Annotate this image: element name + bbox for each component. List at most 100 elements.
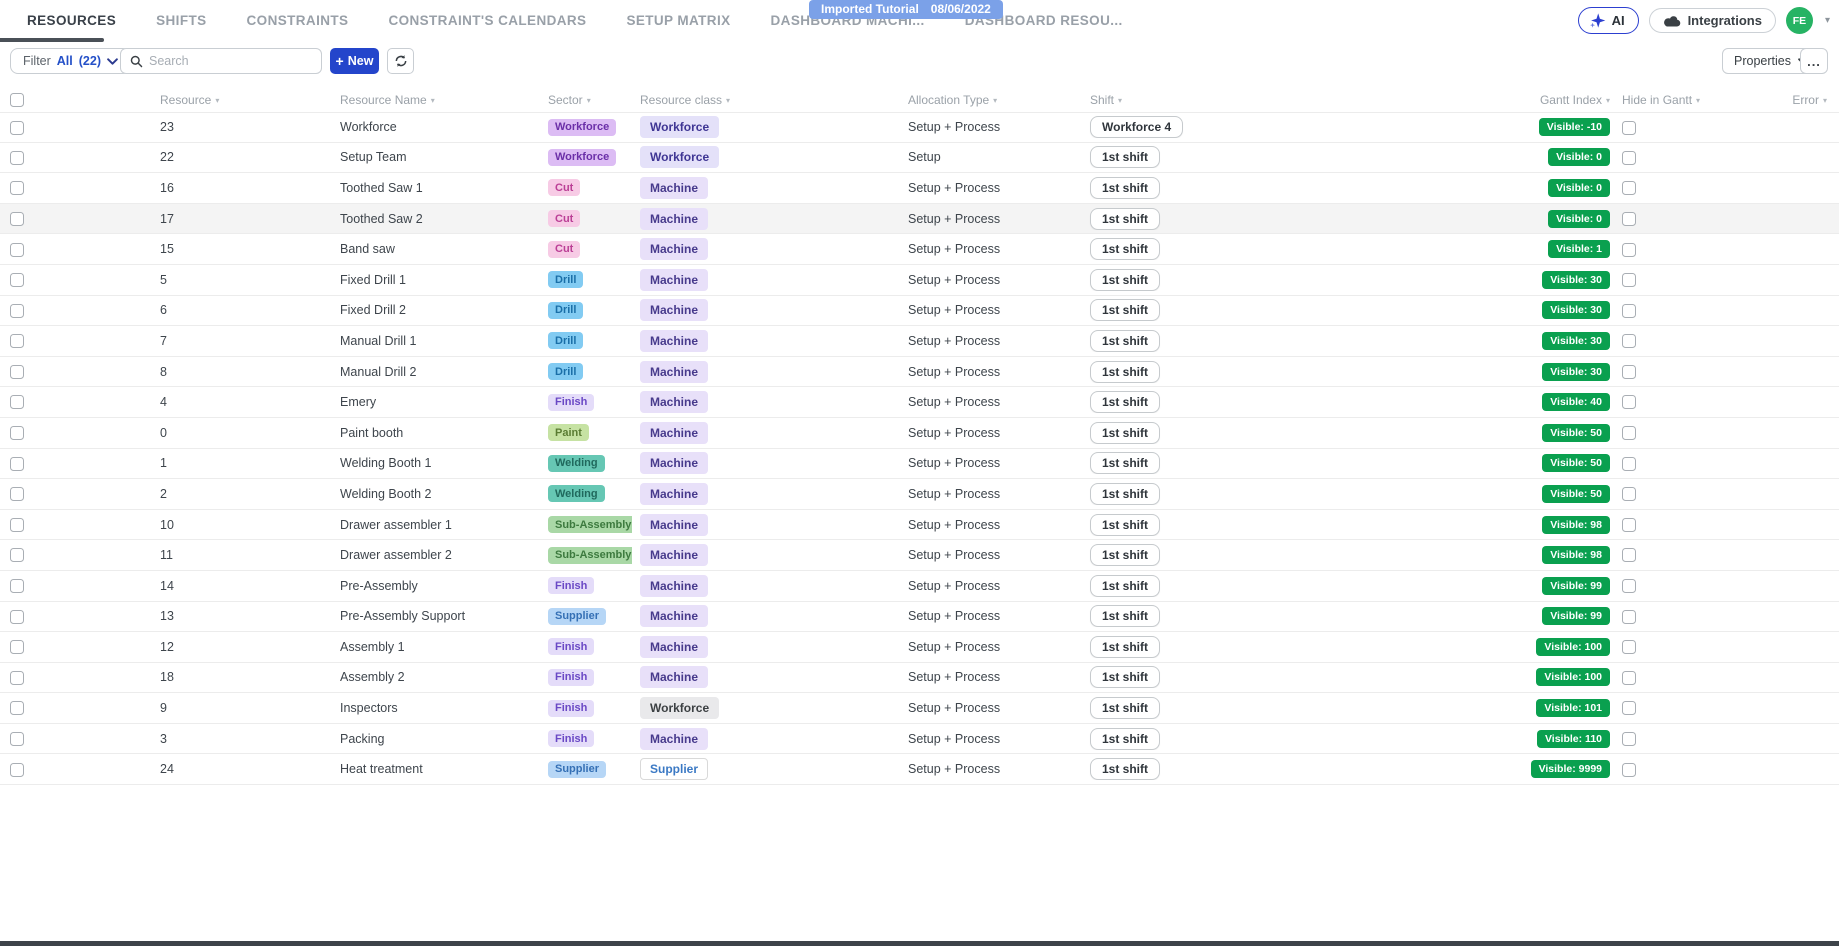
table-row[interactable]: 10Drawer assembler 1Sub-AssemblyMachineS… bbox=[0, 510, 1839, 541]
hide-in-gantt-checkbox[interactable] bbox=[1622, 457, 1636, 471]
shift-button[interactable]: 1st shift bbox=[1090, 269, 1160, 291]
hide-in-gantt-checkbox[interactable] bbox=[1622, 610, 1636, 624]
shift-button[interactable]: 1st shift bbox=[1090, 330, 1160, 352]
hide-in-gantt-checkbox[interactable] bbox=[1622, 212, 1636, 226]
hide-in-gantt-checkbox[interactable] bbox=[1622, 395, 1636, 409]
ai-button[interactable]: AI bbox=[1578, 7, 1639, 34]
hide-in-gantt-checkbox[interactable] bbox=[1622, 518, 1636, 532]
column-header-allocation-type[interactable]: Allocation Type▾ bbox=[900, 93, 1082, 107]
shift-button[interactable]: 1st shift bbox=[1090, 575, 1160, 597]
table-row[interactable]: 1Welding Booth 1WeldingMachineSetup + Pr… bbox=[0, 449, 1839, 480]
table-row[interactable]: 8Manual Drill 2DrillMachineSetup + Proce… bbox=[0, 357, 1839, 388]
select-all-checkbox[interactable] bbox=[10, 93, 24, 107]
hide-in-gantt-checkbox[interactable] bbox=[1622, 579, 1636, 593]
hide-in-gantt-checkbox[interactable] bbox=[1622, 121, 1636, 135]
table-row[interactable]: 6Fixed Drill 2DrillMachineSetup + Proces… bbox=[0, 296, 1839, 327]
row-checkbox[interactable] bbox=[10, 763, 24, 777]
row-checkbox[interactable] bbox=[10, 579, 24, 593]
row-checkbox[interactable] bbox=[10, 548, 24, 562]
tab-setup-matrix[interactable]: SETUP MATRIX bbox=[626, 13, 730, 28]
row-checkbox[interactable] bbox=[10, 671, 24, 685]
shift-button[interactable]: 1st shift bbox=[1090, 208, 1160, 230]
shift-button[interactable]: 1st shift bbox=[1090, 514, 1160, 536]
column-header-sector[interactable]: Sector▾ bbox=[540, 93, 632, 107]
table-row[interactable]: 11Drawer assembler 2Sub-AssemblyMachineS… bbox=[0, 540, 1839, 571]
avatar[interactable]: FE bbox=[1786, 7, 1813, 34]
shift-button[interactable]: 1st shift bbox=[1090, 728, 1160, 750]
table-row[interactable]: 3PackingFinishMachineSetup + Process1st … bbox=[0, 724, 1839, 755]
hide-in-gantt-checkbox[interactable] bbox=[1622, 763, 1636, 777]
filter-dropdown[interactable]: Filter All (22) bbox=[10, 48, 131, 74]
row-checkbox[interactable] bbox=[10, 334, 24, 348]
shift-button[interactable]: 1st shift bbox=[1090, 483, 1160, 505]
shift-button[interactable]: 1st shift bbox=[1090, 636, 1160, 658]
shift-button[interactable]: 1st shift bbox=[1090, 177, 1160, 199]
search-input[interactable] bbox=[149, 54, 312, 68]
shift-button[interactable]: 1st shift bbox=[1090, 697, 1160, 719]
hide-in-gantt-checkbox[interactable] bbox=[1622, 243, 1636, 257]
row-checkbox[interactable] bbox=[10, 610, 24, 624]
tab-shifts[interactable]: SHIFTS bbox=[156, 13, 206, 28]
table-row[interactable]: 12Assembly 1FinishMachineSetup + Process… bbox=[0, 632, 1839, 663]
shift-button[interactable]: 1st shift bbox=[1090, 666, 1160, 688]
column-header-gantt-index[interactable]: Gantt Index▾ bbox=[1454, 93, 1614, 107]
shift-button[interactable]: 1st shift bbox=[1090, 299, 1160, 321]
table-row[interactable]: 16Toothed Saw 1CutMachineSetup + Process… bbox=[0, 173, 1839, 204]
row-checkbox[interactable] bbox=[10, 151, 24, 165]
column-header-error[interactable]: Error▾ bbox=[1714, 93, 1839, 107]
hide-in-gantt-checkbox[interactable] bbox=[1622, 334, 1636, 348]
hide-in-gantt-checkbox[interactable] bbox=[1622, 548, 1636, 562]
table-row[interactable]: 23WorkforceWorkforceWorkforceSetup + Pro… bbox=[0, 112, 1839, 143]
table-row[interactable]: 17Toothed Saw 2CutMachineSetup + Process… bbox=[0, 204, 1839, 235]
row-checkbox[interactable] bbox=[10, 701, 24, 715]
shift-button[interactable]: 1st shift bbox=[1090, 605, 1160, 627]
shift-button[interactable]: 1st shift bbox=[1090, 238, 1160, 260]
hide-in-gantt-checkbox[interactable] bbox=[1622, 151, 1636, 165]
row-checkbox[interactable] bbox=[10, 304, 24, 318]
table-row[interactable]: 24Heat treatmentSupplierSupplierSetup + … bbox=[0, 754, 1839, 785]
shift-button[interactable]: 1st shift bbox=[1090, 146, 1160, 168]
column-header-shift[interactable]: Shift▾ bbox=[1082, 93, 1454, 107]
row-checkbox[interactable] bbox=[10, 365, 24, 379]
new-button[interactable]: + New bbox=[330, 48, 379, 74]
row-checkbox[interactable] bbox=[10, 273, 24, 287]
more-options-button[interactable]: ... bbox=[1800, 48, 1828, 74]
hide-in-gantt-checkbox[interactable] bbox=[1622, 732, 1636, 746]
hide-in-gantt-checkbox[interactable] bbox=[1622, 273, 1636, 287]
tab-constraint-s-calendars[interactable]: CONSTRAINT'S CALENDARS bbox=[388, 13, 586, 28]
hide-in-gantt-checkbox[interactable] bbox=[1622, 487, 1636, 501]
row-checkbox[interactable] bbox=[10, 181, 24, 195]
row-checkbox[interactable] bbox=[10, 487, 24, 501]
table-row[interactable]: 7Manual Drill 1DrillMachineSetup + Proce… bbox=[0, 326, 1839, 357]
hide-in-gantt-checkbox[interactable] bbox=[1622, 304, 1636, 318]
shift-button[interactable]: 1st shift bbox=[1090, 758, 1160, 780]
tab-constraints[interactable]: CONSTRAINTS bbox=[247, 13, 349, 28]
row-checkbox[interactable] bbox=[10, 457, 24, 471]
hide-in-gantt-checkbox[interactable] bbox=[1622, 701, 1636, 715]
column-header-resource[interactable]: Resource▾ bbox=[92, 93, 272, 107]
table-row[interactable]: 9InspectorsFinishWorkforceSetup + Proces… bbox=[0, 693, 1839, 724]
table-row[interactable]: 18Assembly 2FinishMachineSetup + Process… bbox=[0, 663, 1839, 694]
row-checkbox[interactable] bbox=[10, 640, 24, 654]
hide-in-gantt-checkbox[interactable] bbox=[1622, 181, 1636, 195]
tab-resources[interactable]: RESOURCES bbox=[27, 13, 116, 28]
table-row[interactable]: 5Fixed Drill 1DrillMachineSetup + Proces… bbox=[0, 265, 1839, 296]
hide-in-gantt-checkbox[interactable] bbox=[1622, 426, 1636, 440]
row-checkbox[interactable] bbox=[10, 518, 24, 532]
row-checkbox[interactable] bbox=[10, 426, 24, 440]
row-checkbox[interactable] bbox=[10, 212, 24, 226]
column-header-resource-name[interactable]: Resource Name▾ bbox=[272, 93, 540, 107]
table-row[interactable]: 2Welding Booth 2WeldingMachineSetup + Pr… bbox=[0, 479, 1839, 510]
hide-in-gantt-checkbox[interactable] bbox=[1622, 640, 1636, 654]
shift-button[interactable]: 1st shift bbox=[1090, 452, 1160, 474]
table-row[interactable]: 4EmeryFinishMachineSetup + Process1st sh… bbox=[0, 387, 1839, 418]
row-checkbox[interactable] bbox=[10, 395, 24, 409]
table-row[interactable]: 22Setup TeamWorkforceWorkforceSetup1st s… bbox=[0, 143, 1839, 174]
table-row[interactable]: 15Band sawCutMachineSetup + Process1st s… bbox=[0, 234, 1839, 265]
shift-button[interactable]: Workforce 4 bbox=[1090, 116, 1183, 138]
column-header-hide-in-gantt[interactable]: Hide in Gantt▾ bbox=[1614, 93, 1714, 107]
integrations-button[interactable]: Integrations bbox=[1649, 8, 1776, 33]
shift-button[interactable]: 1st shift bbox=[1090, 391, 1160, 413]
hide-in-gantt-checkbox[interactable] bbox=[1622, 365, 1636, 379]
table-row[interactable]: 13Pre-Assembly SupportSupplierMachineSet… bbox=[0, 602, 1839, 633]
